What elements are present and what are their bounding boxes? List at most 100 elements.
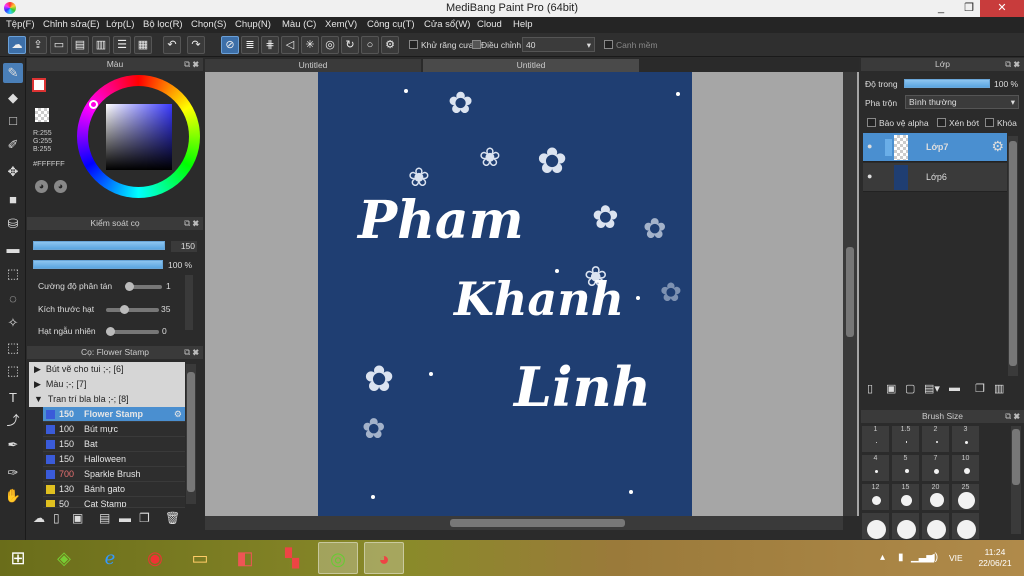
snap-curve-icon[interactable]: ↻ [341,36,359,54]
select-tool-icon[interactable]: ⬚ [3,264,23,284]
close-button[interactable]: ✕ [980,0,1024,17]
transparent-swatch[interactable] [35,108,49,122]
palette-add-icon[interactable]: ◕ [54,180,67,193]
menu-view[interactable]: Xem(V) [325,19,357,30]
add-layer-menu-icon[interactable]: ▤▾ [924,382,940,395]
brush-group-1[interactable]: ▶ Bút vẽ cho tui ;-; [6] [29,362,185,377]
canvas-horizontal-scrollbar[interactable] [205,516,843,530]
brush-item-cat-stamp[interactable]: 50 Cat Stamp [43,497,185,508]
layer-list-scrollbar[interactable] [1008,136,1018,376]
undo-icon[interactable]: ↶ [163,36,181,54]
cloud-icon[interactable]: ☁ [8,36,26,54]
office-icon[interactable]: ◧ [225,542,265,574]
brush-settings-icon[interactable]: ▤ [99,511,110,525]
cloud-brush-icon[interactable]: ☁ [33,511,45,525]
brush-size-preset[interactable] [951,512,980,540]
menu-select[interactable]: Chọn(S) [191,19,226,30]
eraser-tool-icon[interactable]: ◆ [3,88,23,108]
magic-wand-icon[interactable]: ✧ [3,313,23,333]
minimize-button[interactable]: _ [927,0,955,17]
select-pen-icon[interactable]: ⬚ [3,338,23,358]
adjust-value-select[interactable]: 40 ▾ [522,37,595,52]
eye-icon[interactable]: ● [867,141,872,151]
brush-tool-icon[interactable]: ✎ [3,63,23,83]
brush-size-scrollbar[interactable] [1011,426,1021,534]
tray-arrow-icon[interactable]: ▴ [880,552,885,563]
foreground-color-swatch[interactable] [32,78,46,92]
move-tool-icon[interactable]: ✥ [3,162,23,182]
merge-layer-icon[interactable]: ▥ [994,382,1004,395]
settings-icon[interactable]: ⚙ [381,36,399,54]
brush-item-bat[interactable]: 150 Bat [43,437,185,452]
maximize-button[interactable]: ❐ [955,0,983,17]
menu-capture[interactable]: Chụp(N) [235,19,271,30]
brush-item-sparkle[interactable]: 700 Sparkle Brush [43,467,185,482]
edge-checkbox[interactable] [604,40,613,49]
eyedropper-icon[interactable]: ✑ [3,463,23,483]
scatter-slider[interactable] [125,282,162,291]
grain-slider[interactable] [106,305,159,314]
blend-mode-select[interactable]: Bình thường ▾ [905,95,1019,109]
new-layer-8bit-icon[interactable]: ▣ [886,382,896,395]
random-slider[interactable] [106,327,159,336]
brush-size-preset[interactable]: 15 [891,483,920,511]
fill-rect-tool-icon[interactable]: ■ [3,190,23,210]
lock-checkbox[interactable] [985,118,994,127]
brush-list-scrollbar[interactable] [186,364,196,504]
hue-wheel[interactable] [77,75,200,198]
duplicate-layer-icon[interactable]: ❐ [975,382,985,395]
comment-icon[interactable]: ▭ [50,36,68,54]
brush-group-2[interactable]: ▶ Màu ;-; [7] [29,377,185,392]
menu-cloud[interactable]: Cloud [477,19,502,30]
menu-window[interactable]: Cửa sổ(W) [424,19,470,30]
brush-size-preset[interactable]: 3 [951,425,980,453]
layer-folder-icon[interactable]: ▬ [949,382,960,394]
gradient-tool-icon[interactable]: ▬ [3,239,23,259]
menu-filter[interactable]: Bộ lọc(R) [143,19,183,30]
brush-item-flower-stamp[interactable]: 150 Flower Stamp ⚙ [43,407,185,422]
layer-settings-icon[interactable]: ⚙ [991,138,1004,155]
trash-icon[interactable]: 🗑 [165,511,180,525]
operation-tool-icon[interactable]: ⤴ [3,411,23,431]
saturation-square[interactable] [106,104,172,170]
folder-icon[interactable]: ▬ [119,511,131,525]
ie-icon[interactable]: ℯ [90,542,130,574]
drawing-canvas[interactable]: ✿ ❀ ✿ ❀ ✿ ✿ ❀ ✿ ✿ ✿ Pham Khanh Linh [318,72,692,516]
clock[interactable]: 11:24 22/06/21 [970,547,1020,569]
brush-size-preset[interactable]: 12 [861,483,890,511]
brush-size-preset[interactable]: 1 [861,425,890,453]
brush-size-preset[interactable]: 2 [921,425,950,453]
brush-item-but-muc[interactable]: 100 Bút mực [43,422,185,437]
menu-color[interactable]: Màu (C) [282,19,316,30]
app-grid-icon[interactable]: ▚ [272,542,312,574]
doc-icon[interactable]: ▥ [92,36,110,54]
snap-circle-icon[interactable]: ◎ [321,36,339,54]
chrome-icon[interactable]: ◉ [135,542,175,574]
grid-icon[interactable]: ▦ [134,36,152,54]
redo-icon[interactable]: ↷ [187,36,205,54]
new-layer-1bit-icon[interactable]: ▢ [905,382,915,395]
tab-untitled-1[interactable]: Untitled [205,59,421,72]
rectangle-tool-icon[interactable]: □ [3,111,23,131]
share-icon[interactable]: ⇪ [29,36,47,54]
adjust-checkbox[interactable] [472,40,481,49]
start-button[interactable]: ⊞ [0,542,36,574]
layer-row-lop7[interactable]: ● Lớp7 ⚙ [863,133,1007,162]
brush-size-preset[interactable]: 7 [921,454,950,482]
brush-opacity-bar[interactable] [33,260,163,269]
ccleaner-icon[interactable]: ◎ [318,542,358,574]
brush-size-bar[interactable] [33,241,165,250]
add-brush-icon[interactable]: ▣ [72,511,83,525]
brush-item-banh-gato[interactable]: 130 Bánh gato [43,482,185,497]
hand-tool-icon[interactable]: ✋ [3,486,23,506]
brush-size-preset[interactable]: 10 [951,454,980,482]
snap-off-icon[interactable]: ⊘ [221,36,239,54]
snap-ellipse-icon[interactable]: ○ [361,36,379,54]
brush-size-preset[interactable]: 20 [921,483,950,511]
brush-size-preset[interactable]: 25 [951,483,980,511]
copy-brush-icon[interactable]: ❐ [139,511,150,525]
explorer-icon[interactable]: ▭ [180,542,220,574]
snap-perspective-icon[interactable]: ◁ [281,36,299,54]
menu-help[interactable]: Help [513,19,533,30]
language-indicator[interactable]: VIE [949,553,963,563]
